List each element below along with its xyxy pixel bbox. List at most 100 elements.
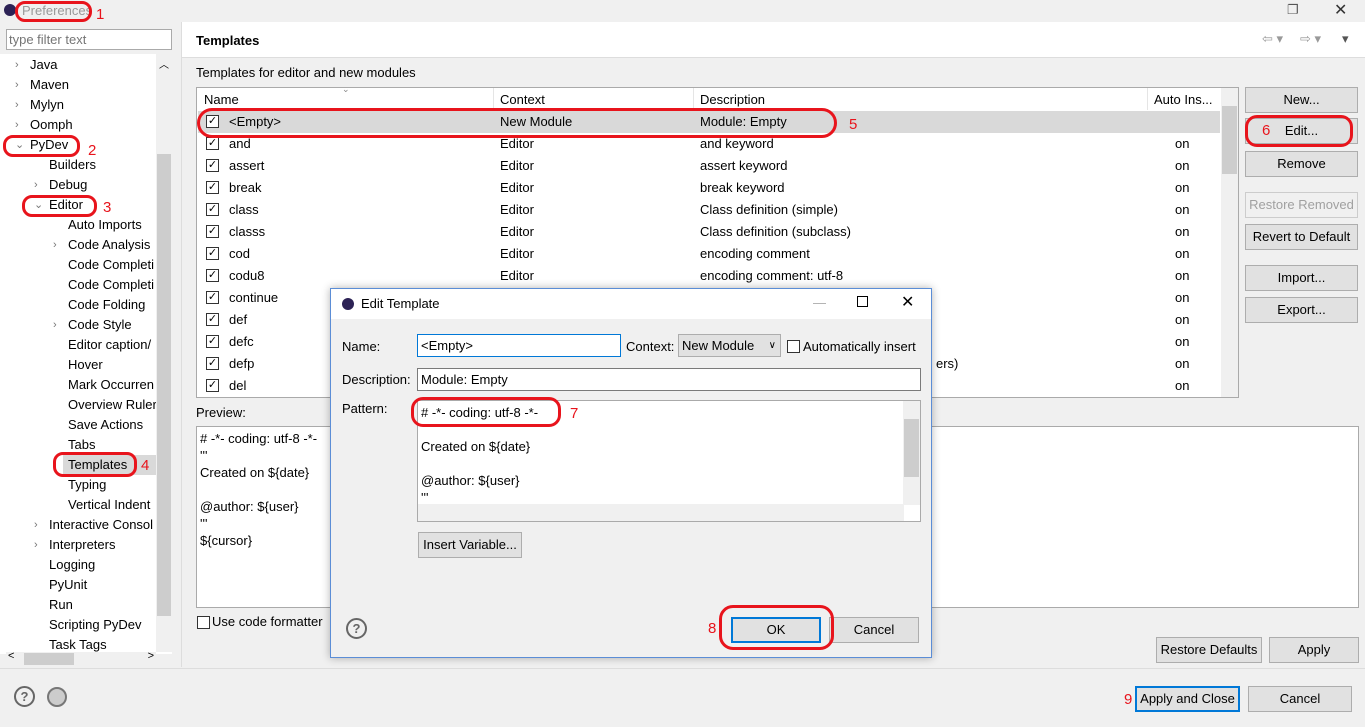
row-checkbox[interactable]: ✓	[206, 137, 219, 150]
tree-item[interactable]: Code Completi	[53, 255, 156, 275]
context-select[interactable]: New Module ∨	[678, 334, 781, 357]
template-auto-insert: on	[1175, 290, 1190, 305]
row-checkbox[interactable]: ✓	[206, 203, 219, 216]
dialog-close-icon[interactable]: ✕	[901, 292, 914, 312]
restore-removed-button[interactable]: Restore Removed	[1245, 192, 1358, 218]
template-name: classs	[229, 224, 266, 239]
pattern-label: Pattern:	[342, 401, 388, 416]
tree-item[interactable]: › Debug	[34, 175, 156, 195]
tree-item[interactable]: Scripting PyDev	[34, 615, 156, 635]
table-row[interactable]: ✓ cod Editor encoding comment on	[198, 243, 1220, 265]
chevron-right-icon[interactable]: ›	[53, 315, 57, 335]
row-checkbox[interactable]: ✓	[206, 159, 219, 172]
tree-item[interactable]: PyUnit	[34, 575, 156, 595]
tree-item[interactable]: Logging	[34, 555, 156, 575]
dialog-minimize-icon[interactable]: —	[813, 295, 826, 310]
pattern-hscrollbar[interactable]	[418, 504, 904, 521]
column-header[interactable]: Description	[700, 92, 765, 107]
tree-item[interactable]: Save Actions	[53, 415, 156, 435]
tree-item[interactable]: › Java	[15, 55, 156, 75]
tree-item[interactable]: › Interactive Consol	[34, 515, 156, 535]
tree-item[interactable]: › Code Style	[53, 315, 156, 335]
tree-item[interactable]: › Maven	[15, 75, 156, 95]
chevron-right-icon[interactable]: ›	[34, 535, 38, 555]
name-input[interactable]: <Empty>	[417, 334, 621, 357]
tree-item[interactable]: Mark Occurren	[53, 375, 156, 395]
tree-item[interactable]: Overview Ruler	[53, 395, 156, 415]
table-row[interactable]: ✓ break Editor break keyword on	[198, 177, 1220, 199]
revert-button[interactable]: Revert to Default	[1245, 224, 1358, 250]
row-checkbox[interactable]: ✓	[206, 269, 219, 282]
apply-button[interactable]: Apply	[1269, 637, 1359, 663]
pattern-vscrollbar[interactable]	[903, 401, 920, 505]
dialog-cancel-button[interactable]: Cancel	[829, 617, 919, 643]
remove-button[interactable]: Remove	[1245, 151, 1358, 177]
tree-item[interactable]: Editor caption/	[53, 335, 156, 355]
tree-item-label: PyUnit	[49, 577, 88, 592]
column-header[interactable]: Context	[500, 92, 545, 107]
tree-item[interactable]: › Mylyn	[15, 95, 156, 115]
table-row[interactable]: ✓ classs Editor Class definition (subcla…	[198, 221, 1220, 243]
row-checkbox[interactable]: ✓	[206, 357, 219, 370]
tree-item-label: Java	[30, 57, 58, 72]
tree-item[interactable]: › Code Analysis	[53, 235, 156, 255]
chevron-right-icon[interactable]: ›	[15, 115, 19, 135]
tree-item[interactable]: Run	[34, 595, 156, 615]
row-checkbox[interactable]: ✓	[206, 181, 219, 194]
tree-vscrollbar[interactable]: ︿	[156, 54, 172, 652]
auto-insert-checkbox[interactable]	[787, 340, 800, 353]
tree-hscrollbar[interactable]: < >	[6, 650, 156, 666]
tree-item[interactable]: Vertical Indent	[53, 495, 156, 515]
row-checkbox[interactable]: ✓	[206, 313, 219, 326]
chevron-right-icon[interactable]: ›	[15, 95, 19, 115]
row-checkbox[interactable]: ✓	[206, 335, 219, 348]
template-name: class	[229, 202, 259, 217]
table-row[interactable]: ✓ codu8 Editor encoding comment: utf-8 o…	[198, 265, 1220, 287]
chevron-right-icon[interactable]: ›	[15, 55, 19, 75]
tree-item[interactable]: Hover	[53, 355, 156, 375]
help-icon[interactable]: ?	[14, 686, 35, 707]
use-formatter-checkbox[interactable]	[197, 616, 210, 629]
table-row[interactable]: ✓ class Editor Class definition (simple)…	[198, 199, 1220, 221]
tree-item[interactable]: › Interpreters	[34, 535, 156, 555]
import-button[interactable]: Import...	[1245, 265, 1358, 291]
view-menu-icon[interactable]: ▾	[1342, 31, 1349, 47]
column-header[interactable]: Auto Ins...	[1154, 92, 1213, 107]
column-header[interactable]: Name	[204, 92, 239, 107]
chevron-right-icon[interactable]: ›	[34, 515, 38, 535]
dialog-help-icon[interactable]: ?	[346, 618, 367, 639]
restore-defaults-button[interactable]: Restore Defaults	[1156, 637, 1262, 663]
tree-item[interactable]: Typing	[53, 475, 156, 495]
template-auto-insert: on	[1175, 312, 1190, 327]
insert-variable-button[interactable]: Insert Variable...	[418, 532, 522, 558]
tree-item[interactable]: Auto Imports	[53, 215, 156, 235]
chevron-right-icon[interactable]: ›	[53, 235, 57, 255]
tree-item[interactable]: Code Completi	[53, 275, 156, 295]
import-export-icon[interactable]	[47, 687, 67, 707]
tree-item[interactable]: Code Folding	[53, 295, 156, 315]
restore-icon[interactable]: ❐	[1287, 2, 1299, 18]
tree-item-label: Vertical Indent	[68, 497, 151, 512]
close-icon[interactable]: ✕	[1334, 0, 1347, 20]
table-row[interactable]: ✓ assert Editor assert keyword on	[198, 155, 1220, 177]
nav-back-icon[interactable]: ⇦ ▾	[1262, 31, 1283, 47]
row-checkbox[interactable]: ✓	[206, 225, 219, 238]
apply-and-close-button[interactable]: Apply and Close	[1135, 686, 1240, 712]
pattern-line	[421, 455, 538, 472]
description-input[interactable]: Module: Empty	[417, 368, 921, 391]
filter-input[interactable]	[6, 29, 172, 50]
annotation-number: 4	[141, 457, 150, 474]
row-checkbox[interactable]: ✓	[206, 291, 219, 304]
nav-forward-icon[interactable]: ⇨ ▾	[1300, 31, 1321, 47]
export-button[interactable]: Export...	[1245, 297, 1358, 323]
tree-item[interactable]: › Oomph	[15, 115, 156, 135]
cancel-button[interactable]: Cancel	[1248, 686, 1352, 712]
table-vscrollbar[interactable]	[1221, 88, 1238, 397]
new-button[interactable]: New...	[1245, 87, 1358, 113]
template-name: defp	[229, 356, 255, 371]
row-checkbox[interactable]: ✓	[206, 247, 219, 260]
dialog-maximize-icon[interactable]	[857, 296, 868, 307]
chevron-right-icon[interactable]: ›	[15, 75, 19, 95]
row-checkbox[interactable]: ✓	[206, 379, 219, 392]
chevron-right-icon[interactable]: ›	[34, 175, 38, 195]
